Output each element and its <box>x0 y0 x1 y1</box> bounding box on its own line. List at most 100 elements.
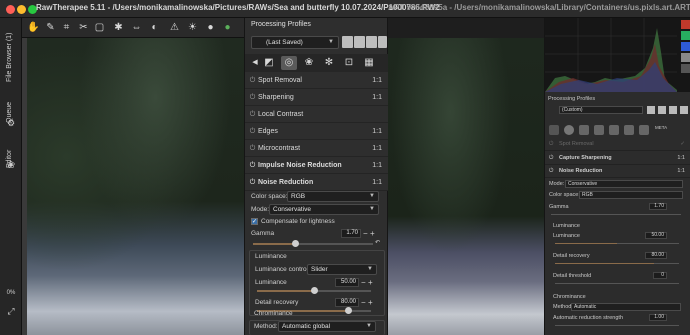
right-threshold-label: Detail threshold <box>553 273 592 279</box>
right-save-profile-icon[interactable] <box>658 106 666 114</box>
channel-r-icon[interactable]: ● <box>204 21 217 34</box>
gamma-stepper-plus[interactable]: + <box>370 229 375 238</box>
right-color-space-select[interactable]: RGB <box>579 191 683 199</box>
right-mode-select[interactable]: Conservative <box>565 180 683 188</box>
luminance-stepper[interactable]: − <box>361 278 366 287</box>
gamma-input[interactable]: 1.70 <box>341 229 361 238</box>
crop-icon[interactable]: ⌗ <box>60 21 73 34</box>
right-luminance-input[interactable]: 50.00 <box>645 232 667 239</box>
power-icon[interactable]: ⏻ <box>248 106 257 123</box>
straighten-icon[interactable]: ✂ <box>77 21 90 34</box>
gamma-stepper[interactable]: − <box>363 229 368 238</box>
detail-recovery-slider-handle[interactable] <box>345 307 352 314</box>
second-image-preview[interactable] <box>388 38 544 335</box>
power-icon[interactable]: ⏻ <box>248 72 257 89</box>
tool-local-contrast[interactable]: ⏻ Local Contrast <box>245 106 389 123</box>
power-icon[interactable]: ⏻ <box>248 174 257 191</box>
right-tab-effects[interactable] <box>609 125 619 135</box>
tool-microcontrast[interactable]: ⏻ Microcontrast 1:1 <box>245 140 389 157</box>
right-load-profile-icon[interactable] <box>647 106 655 114</box>
method-select[interactable]: Automatic global ▼ <box>278 321 376 332</box>
right-auto-reduction-input[interactable]: 1.00 <box>649 314 667 321</box>
compensate-checkbox[interactable]: ✓ <box>251 218 258 225</box>
processing-panel: Processing Profiles (Last Saved) ▼ ◀ ◩ ◎… <box>244 18 389 335</box>
hand-icon[interactable]: ✋ <box>27 21 40 34</box>
channel-green-toggle[interactable] <box>681 31 690 40</box>
tool-impulse-noise-reduction[interactable]: ⏻ Impulse Noise Reduction 1:1 <box>245 157 389 174</box>
right-auto-reduction-slider[interactable] <box>555 325 679 326</box>
power-icon[interactable]: ⏻ <box>248 140 257 157</box>
tool-spot-removal[interactable]: ⏻ Spot Removal 1:1 <box>245 72 389 89</box>
focus-mask-icon[interactable]: ◐ <box>148 21 161 34</box>
channel-blue-toggle[interactable] <box>681 42 690 51</box>
profile-select[interactable]: (Last Saved) ▼ <box>251 36 339 49</box>
power-icon[interactable]: ⏻ <box>549 165 553 178</box>
before-after-icon[interactable]: ▢ <box>93 21 106 34</box>
right-tool-capture-sharpening[interactable]: ⏻ Capture Sharpening 1:1 <box>545 152 690 165</box>
detail-recovery-stepper[interactable]: − <box>361 298 366 307</box>
tool-zoom-indicator: 1:1 <box>372 77 382 84</box>
luminance-control-select[interactable]: Slider ▼ <box>307 264 377 275</box>
save-profile-icon[interactable] <box>354 36 365 48</box>
gamma-slider-handle[interactable] <box>292 240 299 247</box>
mode-select[interactable]: Conservative ▼ <box>269 204 379 215</box>
right-detail-input[interactable]: 80.00 <box>645 252 667 259</box>
method-value: Automatic global <box>282 323 331 330</box>
right-threshold-slider[interactable] <box>555 283 679 284</box>
power-icon[interactable]: ⏻ <box>248 89 257 106</box>
channel-g-icon[interactable]: ● <box>221 21 234 34</box>
luminance-input[interactable]: 50.00 <box>335 278 359 287</box>
reset-icon[interactable]: ↶ <box>375 239 380 246</box>
tool-edges[interactable]: ⏻ Edges 1:1 <box>245 123 389 140</box>
right-threshold-input[interactable]: 0 <box>653 272 667 279</box>
tab-details[interactable]: ◎ <box>281 56 297 70</box>
channel-luminance-toggle[interactable] <box>681 53 690 62</box>
right-profile-select[interactable]: (Custom) <box>559 106 643 114</box>
history-icon[interactable]: ⇔ <box>130 21 143 34</box>
load-profile-icon[interactable] <box>342 36 353 48</box>
tab-file-browser[interactable]: File Browser (1) <box>0 24 22 84</box>
tab-transform[interactable]: ⊡ <box>341 56 357 70</box>
tab-raw[interactable]: ▦ <box>361 56 377 70</box>
luminance-stepper-plus[interactable]: + <box>368 278 373 287</box>
luminance-slider-handle[interactable] <box>311 287 318 294</box>
power-icon[interactable]: ⏻ <box>248 123 257 140</box>
right-tab-meta[interactable]: META <box>655 125 667 130</box>
channel-red-toggle[interactable] <box>681 20 690 29</box>
tool-noise-reduction[interactable]: ⏻ Noise Reduction 1:1 <box>245 174 389 191</box>
overexposure-icon[interactable]: ⚠ <box>168 21 181 34</box>
detail-recovery-stepper-plus[interactable]: + <box>368 298 373 307</box>
right-tab-exposure[interactable] <box>549 125 559 135</box>
right-tab-color[interactable] <box>579 125 589 135</box>
color-space-select[interactable]: RGB ▼ <box>287 191 379 202</box>
power-icon[interactable]: ⏻ <box>549 152 553 165</box>
power-icon[interactable]: ⏻ <box>248 157 257 174</box>
close-window-button[interactable] <box>6 5 15 14</box>
wb-picker-icon[interactable]: ✎ <box>44 21 57 34</box>
right-method-select[interactable]: Automatic <box>571 303 681 311</box>
right-copy-profile-icon[interactable] <box>669 106 677 114</box>
tab-advanced[interactable]: ✻ <box>321 56 337 70</box>
copy-profile-icon[interactable] <box>366 36 377 48</box>
right-tab-raw[interactable] <box>639 125 649 135</box>
histogram-mode-toggle[interactable] <box>681 64 690 73</box>
tab-color[interactable]: ❀ <box>301 56 317 70</box>
right-gamma-input[interactable]: 1.70 <box>649 203 667 210</box>
right-tab-transform[interactable] <box>624 125 634 135</box>
underexposure-icon[interactable]: ☀ <box>186 21 199 34</box>
power-icon[interactable]: ⏻ <box>549 138 553 151</box>
paste-profile-icon[interactable] <box>378 36 387 48</box>
right-gamma-slider[interactable] <box>551 214 681 215</box>
minimize-window-button[interactable] <box>17 5 26 14</box>
detail-recovery-input[interactable]: 80.00 <box>335 298 359 307</box>
tab-exposure[interactable]: ◩ <box>261 56 277 70</box>
right-tab-details[interactable] <box>564 125 574 135</box>
right-paste-profile-icon[interactable] <box>680 106 688 114</box>
image-preview[interactable] <box>22 38 244 335</box>
right-tool-noise-reduction[interactable]: ⏻ Noise Reduction 1:1 <box>545 165 690 178</box>
right-tool-spot-removal[interactable]: ⏻ Spot Removal ✓ <box>545 138 690 151</box>
tool-sharpening[interactable]: ⏻ Sharpening 1:1 <box>245 89 389 106</box>
right-color-space-label: Color space: <box>549 192 580 198</box>
lock-icon[interactable]: ✱ <box>112 21 125 34</box>
right-tab-local[interactable] <box>594 125 604 135</box>
